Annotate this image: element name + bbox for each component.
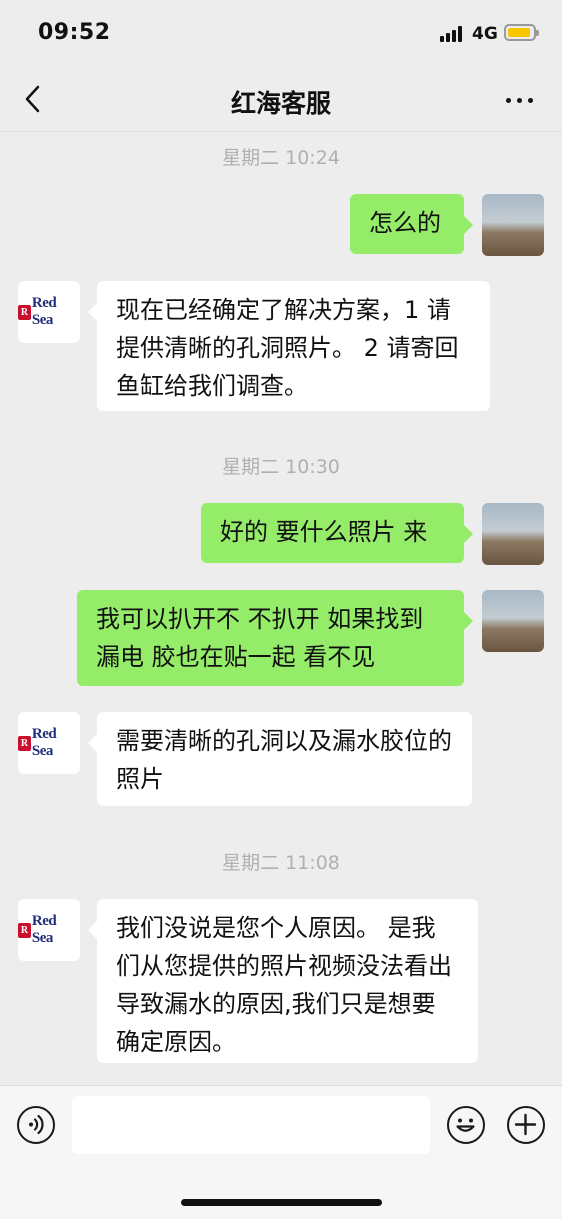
received-message[interactable]: 需要清晰的孔洞以及漏水胶位的照片	[88, 712, 472, 806]
voice-icon	[29, 1114, 44, 1135]
more-functions-button[interactable]	[507, 1106, 545, 1144]
header-divider	[0, 131, 562, 132]
red-sea-logo-icon: R Red Sea	[18, 913, 80, 947]
red-sea-logo-icon: R Red Sea	[18, 726, 80, 760]
input-bar	[0, 1085, 562, 1219]
user-avatar[interactable]	[482, 590, 544, 652]
service-avatar[interactable]: R Red Sea	[18, 712, 80, 774]
timestamp: 星期二 10:24	[222, 147, 340, 169]
user-avatar[interactable]	[482, 194, 544, 256]
service-avatar[interactable]: R Red Sea	[18, 899, 80, 961]
red-sea-logo-icon: R Red Sea	[18, 295, 80, 329]
service-avatar[interactable]: R Red Sea	[18, 281, 80, 343]
emoji-icon	[456, 1118, 475, 1132]
voice-button[interactable]	[17, 1106, 55, 1144]
status-bar: 09:52 4G	[0, 0, 562, 66]
emoji-button[interactable]	[447, 1106, 485, 1144]
battery-icon	[504, 24, 539, 41]
signal-icon	[440, 26, 466, 42]
received-message[interactable]: 现在已经确定了解决方案，1 请提供清晰的孔洞照片。 2 请寄回鱼缸给我们调查。	[88, 281, 490, 411]
message-input[interactable]	[72, 1096, 430, 1154]
network-type: 4G	[472, 24, 498, 44]
more-options-button[interactable]	[500, 86, 540, 112]
timestamp: 星期二 10:30	[222, 456, 340, 478]
chat-header: 红海客服	[0, 66, 562, 132]
sent-message[interactable]: 怎么的	[350, 194, 473, 254]
sent-message[interactable]: 好的 要什么照片 来	[201, 503, 473, 563]
status-time: 09:52	[38, 20, 111, 45]
timestamp: 星期二 11:08	[222, 852, 340, 874]
home-indicator[interactable]	[181, 1199, 382, 1206]
sent-message[interactable]: 我可以扒开不 不扒开 如果找到漏电 胶也在贴一起 看不见	[77, 590, 473, 686]
user-avatar[interactable]	[482, 503, 544, 565]
received-message[interactable]: 我们没说是您个人原因。 是我们从您提供的照片视频没法看出导致漏水的原因,我们只是…	[88, 899, 478, 1063]
chat-title: 红海客服	[230, 89, 331, 118]
plus-icon	[514, 1113, 537, 1136]
